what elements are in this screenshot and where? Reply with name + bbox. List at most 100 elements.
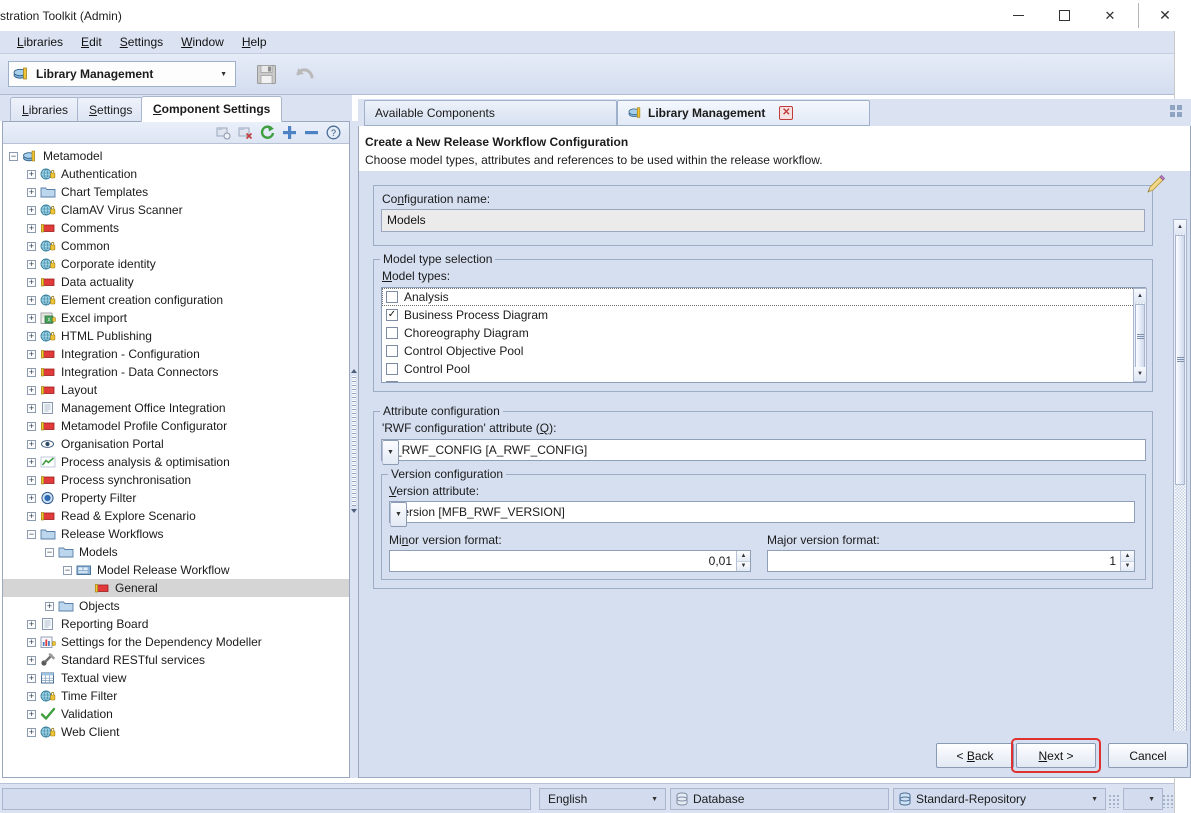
next-button[interactable]: Next > (1016, 743, 1096, 768)
cancel-button[interactable]: Cancel (1108, 743, 1188, 768)
resize-grip[interactable] (1108, 794, 1119, 808)
tab-component-settings[interactable]: Component Settings (141, 96, 283, 122)
tree-node[interactable]: + Common (3, 237, 349, 255)
resize-grip-2[interactable] (1162, 794, 1173, 808)
component-tree[interactable]: − Metamodel + Authentication + Chart Template… (3, 144, 349, 777)
save-button[interactable] (253, 62, 279, 87)
tree-expander-expand-icon[interactable]: + (27, 403, 36, 413)
tree-expander-expand-icon[interactable]: + (27, 223, 36, 233)
tab-settings[interactable]: Settings (77, 97, 145, 121)
splitter-collapse-up-icon[interactable] (351, 369, 357, 373)
tree-node[interactable]: − Model Release Workflow (3, 561, 349, 579)
add-icon[interactable] (281, 125, 297, 141)
tab-close-icon[interactable]: ✕ (779, 106, 794, 120)
stepper-up-icon[interactable]: ▲ (1121, 551, 1134, 562)
tree-expander-expand-icon[interactable]: + (27, 619, 36, 629)
tree-expander-expand-icon[interactable]: + (27, 313, 36, 323)
import-remove-icon[interactable] (237, 125, 253, 141)
tree-expander-expand-icon[interactable]: + (45, 601, 54, 611)
tree-expander-expand-icon[interactable]: + (27, 727, 36, 737)
splitter-collapse-down-icon[interactable] (351, 509, 357, 513)
tree-expander-expand-icon[interactable]: + (27, 475, 36, 485)
tree-expander-expand-icon[interactable]: + (27, 331, 36, 341)
wizard-scrollbar[interactable]: ▲ ▼ (1173, 219, 1187, 731)
repository-selector[interactable]: Standard-Repository ▼ (893, 788, 1106, 810)
tab-libraries[interactable]: Libraries (10, 97, 81, 121)
tree-expander-expand-icon[interactable]: + (27, 349, 36, 359)
scroll-up-icon[interactable]: ▲ (1134, 289, 1146, 303)
tree-node[interactable]: + Process analysis & optimisation (3, 453, 349, 471)
tree-node[interactable]: + Time Filter (3, 687, 349, 705)
tab-library-management[interactable]: Library Management ✕ (617, 100, 870, 126)
tree-expander-expand-icon[interactable]: + (27, 691, 36, 701)
tree-node[interactable]: − Release Workflows (3, 525, 349, 543)
tree-node[interactable]: + Property Filter (3, 489, 349, 507)
tree-node[interactable]: + X Excel import (3, 309, 349, 327)
menu-settings[interactable]: Settings (111, 33, 172, 51)
tree-node[interactable]: + Element creation configuration (3, 291, 349, 309)
model-types-list[interactable]: Analysis ✓ Business Process Diagram Choreog… (381, 287, 1146, 383)
tree-node[interactable]: General (3, 579, 349, 597)
rwf-attribute-combo[interactable]: A_RWF_CONFIG [A_RWF_CONFIG] ▼ (381, 439, 1146, 465)
chevron-down-icon[interactable]: ▼ (382, 440, 399, 465)
outer-close-button[interactable]: ✕ (1139, 0, 1191, 31)
model-type-checkbox[interactable] (386, 345, 398, 357)
tree-node[interactable]: + HTML Publishing (3, 327, 349, 345)
import-icon[interactable] (215, 125, 231, 141)
tree-expander-expand-icon[interactable]: + (27, 205, 36, 215)
back-button[interactable]: < Back (936, 743, 1014, 768)
maximize-button[interactable] (1041, 0, 1087, 31)
menu-window[interactable]: Window (172, 33, 233, 51)
tree-expander-expand-icon[interactable]: + (27, 241, 36, 251)
tree-node[interactable]: + Layout (3, 381, 349, 399)
tree-node[interactable]: − Models (3, 543, 349, 561)
tree-expander-expand-icon[interactable]: + (27, 637, 36, 647)
tree-expander-expand-icon[interactable]: + (27, 457, 36, 467)
tree-node[interactable]: + Corporate identity (3, 255, 349, 273)
help-icon[interactable]: ? (325, 125, 341, 141)
tree-expander-expand-icon[interactable]: + (27, 295, 36, 305)
stepper-down-icon[interactable]: ▼ (737, 561, 750, 571)
chevron-down-icon[interactable]: ▼ (648, 796, 661, 803)
tab-available-components[interactable]: Available Components (364, 100, 617, 126)
tree-expander-expand-icon[interactable]: + (27, 187, 36, 197)
menu-edit[interactable]: Edit (72, 33, 111, 51)
tree-expander-expand-icon[interactable]: + (27, 511, 36, 521)
tree-expander-expand-icon[interactable]: + (27, 169, 36, 179)
model-types-scrollbar[interactable]: ▲ ▼ (1133, 288, 1147, 382)
model-type-checkbox[interactable] (386, 291, 398, 303)
major-version-spinner[interactable]: 1 ▲ ▼ (767, 550, 1135, 572)
extra-selector[interactable]: ▼ (1123, 788, 1163, 810)
tree-node[interactable]: + ClamAV Virus Scanner (3, 201, 349, 219)
chevron-down-icon[interactable]: ▼ (1145, 796, 1158, 803)
remove-icon[interactable] (303, 125, 319, 141)
model-type-checkbox[interactable] (386, 381, 398, 382)
tree-node[interactable]: + Web Client (3, 723, 349, 741)
model-type-row[interactable]: ✓ Business Process Diagram (382, 306, 1145, 324)
minor-version-stepper[interactable]: ▲ ▼ (736, 551, 750, 571)
minimize-button[interactable] (995, 0, 1041, 31)
tree-expander-expand-icon[interactable]: + (27, 709, 36, 719)
model-type-checkbox[interactable] (386, 327, 398, 339)
model-type-row[interactable]: Conversation Diagram (382, 378, 1145, 382)
panel-splitter[interactable] (350, 121, 358, 778)
scrollbar-thumb[interactable] (1135, 304, 1145, 370)
scroll-up-icon[interactable]: ▲ (1174, 220, 1186, 234)
chevron-down-icon[interactable]: ▼ (390, 502, 407, 527)
tree-node[interactable]: + Integration - Data Connectors (3, 363, 349, 381)
model-type-row[interactable]: Control Objective Pool (382, 342, 1145, 360)
tree-expander-expand-icon[interactable]: + (27, 367, 36, 377)
major-version-stepper[interactable]: ▲ ▼ (1120, 551, 1134, 571)
menu-help[interactable]: Help (233, 33, 276, 51)
model-type-checkbox[interactable] (386, 363, 398, 375)
tree-node[interactable]: + Standard RESTful services (3, 651, 349, 669)
tree-node[interactable]: + Textual view (3, 669, 349, 687)
tree-node[interactable]: − Metamodel (3, 147, 349, 165)
tree-expander-expand-icon[interactable]: + (27, 385, 36, 395)
tree-expander-collapse-icon[interactable]: − (27, 529, 36, 539)
tree-expander-collapse-icon[interactable]: − (9, 151, 18, 161)
refresh-icon[interactable] (259, 125, 275, 141)
tree-node[interactable]: + Authentication (3, 165, 349, 183)
tree-node[interactable]: + Read & Explore Scenario (3, 507, 349, 525)
close-button[interactable]: ✕ (1087, 0, 1133, 31)
